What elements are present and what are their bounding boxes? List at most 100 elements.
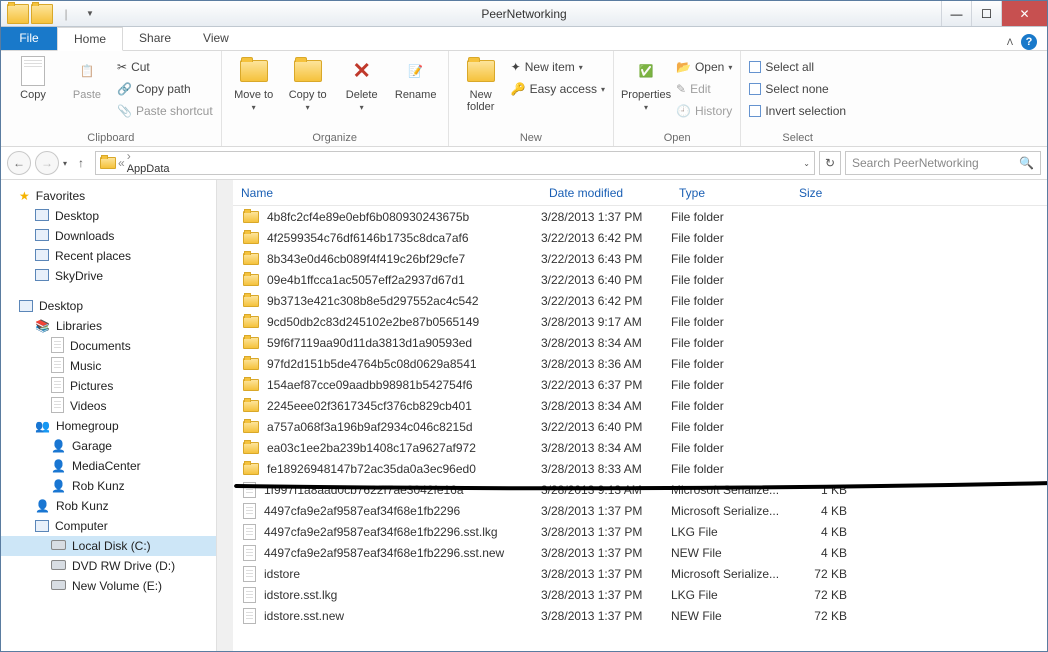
properties-button[interactable]: ✅Properties▾ (622, 55, 670, 112)
rename-button[interactable]: 📝Rename (392, 55, 440, 101)
folder-icon (243, 253, 259, 265)
minimize-button[interactable]: — (941, 1, 971, 26)
home-tab[interactable]: Home (57, 27, 123, 51)
tree-item[interactable]: 👤MediaCenter (1, 456, 232, 476)
address-dropdown-icon[interactable]: ⌄ (803, 159, 810, 168)
history-icon: 🕘 (676, 104, 691, 118)
file-row[interactable]: a757a068f3a196b9af2934c046c8215d3/22/201… (233, 416, 1047, 437)
new-folder-button[interactable]: New folder (457, 55, 505, 113)
file-tab[interactable]: File (1, 26, 57, 50)
new-item-button[interactable]: ✦New item▾ (511, 57, 605, 77)
delete-button[interactable]: ✕Delete▾ (338, 55, 386, 112)
file-row[interactable]: 2245eee02f3617345cf376cb829cb4013/28/201… (233, 395, 1047, 416)
back-button[interactable]: ← (7, 151, 31, 175)
select-none-button[interactable]: Select none (749, 79, 846, 99)
folder-icon (243, 358, 259, 370)
file-row[interactable]: idstore.sst.new3/28/2013 1:37 PMNEW File… (233, 605, 1047, 626)
file-row[interactable]: 59f6f7119aa90d11da3813d1a90593ed3/28/201… (233, 332, 1047, 353)
address-bar[interactable]: « Windows›ServiceProfiles›LocalService›A… (95, 151, 815, 175)
col-name[interactable]: Name (233, 186, 541, 200)
nav-tree[interactable]: ★Favorites DesktopDownloadsRecent places… (1, 180, 233, 651)
recent-locations-button[interactable]: ▾ (63, 159, 67, 168)
column-headers[interactable]: Name Date modified Type Size (233, 180, 1047, 206)
file-row[interactable]: 1f997f1a8aad0cb7622f7ae3042fe16a3/28/201… (233, 479, 1047, 500)
tree-item[interactable]: Videos (1, 396, 232, 416)
up-button[interactable]: ↑ (71, 156, 91, 170)
folder-icon (243, 232, 259, 244)
file-row[interactable]: 8b343e0d46cb089f4f419c26bf29cfe73/22/201… (233, 248, 1047, 269)
copy-button[interactable]: Copy (9, 55, 57, 101)
file-row[interactable]: 4497cfa9e2af9587eaf34f68e1fb2296.sst.lkg… (233, 521, 1047, 542)
search-box[interactable]: Search PeerNetworking 🔍 (845, 151, 1041, 175)
edit-icon: ✎ (676, 82, 686, 96)
tree-robkunz[interactable]: 👤Rob Kunz (1, 496, 232, 516)
nav-root-icon[interactable] (7, 4, 29, 24)
view-tab[interactable]: View (187, 26, 245, 50)
tree-item[interactable]: Recent places (1, 246, 232, 266)
share-tab[interactable]: Share (123, 26, 187, 50)
cut-button[interactable]: ✂Cut (117, 57, 213, 77)
file-row[interactable]: idstore3/28/2013 1:37 PMMicrosoft Serial… (233, 563, 1047, 584)
folder-icon (243, 463, 259, 475)
file-row[interactable]: 4b8fc2cf4e89e0ebf6b080930243675b3/28/201… (233, 206, 1047, 227)
tree-scrollbar[interactable] (216, 180, 233, 651)
file-row[interactable]: idstore.sst.lkg3/28/2013 1:37 PMLKG File… (233, 584, 1047, 605)
tree-item[interactable]: Documents (1, 336, 232, 356)
tree-item[interactable]: Music (1, 356, 232, 376)
tree-computer[interactable]: Computer (1, 516, 232, 536)
tree-item[interactable]: Local Disk (C:) (1, 536, 232, 556)
forward-button[interactable]: → (35, 151, 59, 175)
col-date[interactable]: Date modified (541, 186, 671, 200)
folder-icon (243, 421, 259, 433)
move-to-button[interactable]: Move to▾ (230, 55, 278, 112)
file-row[interactable]: fe18926948147b72ac35da0a3ec96ed03/28/201… (233, 458, 1047, 479)
col-size[interactable]: Size (791, 186, 861, 200)
minimize-ribbon-icon[interactable]: ᐱ (1007, 37, 1013, 48)
edit-button[interactable]: ✎Edit (676, 79, 732, 99)
tree-homegroup[interactable]: 👥Homegroup (1, 416, 232, 436)
tree-item[interactable]: 👤Rob Kunz (1, 476, 232, 496)
tree-item[interactable]: New Volume (E:) (1, 576, 232, 596)
tree-desktop[interactable]: Desktop (1, 296, 232, 316)
tree-favorites[interactable]: ★Favorites (1, 186, 232, 206)
copy-path-button[interactable]: 🔗Copy path (117, 79, 213, 99)
easy-access-button[interactable]: 🔑Easy access▾ (511, 79, 605, 99)
paste-shortcut-button[interactable]: 📎Paste shortcut (117, 101, 213, 121)
refresh-button[interactable]: ↻ (819, 151, 841, 175)
file-row[interactable]: 9b3713e421c308b8e5d297552ac4c5423/22/201… (233, 290, 1047, 311)
group-open-label: Open (622, 130, 732, 146)
tree-item[interactable]: SkyDrive (1, 266, 232, 286)
tree-item[interactable]: DVD RW Drive (D:) (1, 556, 232, 576)
invert-selection-button[interactable]: Invert selection (749, 101, 846, 121)
file-list[interactable]: Name Date modified Type Size 4b8fc2cf4e8… (233, 180, 1047, 651)
qat-folder-icon[interactable] (31, 4, 53, 24)
title-bar: | ▼ PeerNetworking — ☐ ✕ (1, 1, 1047, 27)
maximize-button[interactable]: ☐ (971, 1, 1001, 26)
file-row[interactable]: 154aef87cce09aadbb98981b542754f63/22/201… (233, 374, 1047, 395)
file-row[interactable]: 4497cfa9e2af9587eaf34f68e1fb2296.sst.new… (233, 542, 1047, 563)
col-type[interactable]: Type (671, 186, 791, 200)
copy-to-button[interactable]: Copy to▾ (284, 55, 332, 112)
file-row[interactable]: ea03c1ee2ba239b1408c17a9627af9723/28/201… (233, 437, 1047, 458)
select-all-button[interactable]: Select all (749, 57, 846, 77)
folder-icon (243, 442, 259, 454)
file-row[interactable]: 4f2599354c76df6146b1735c8dca7af63/22/201… (233, 227, 1047, 248)
paste-button[interactable]: 📋Paste (63, 55, 111, 101)
file-row[interactable]: 09e4b1ffcca1ac5057eff2a2937d67d13/22/201… (233, 269, 1047, 290)
file-row[interactable]: 4497cfa9e2af9587eaf34f68e1fb22963/28/201… (233, 500, 1047, 521)
history-button[interactable]: 🕘History (676, 101, 732, 121)
open-button[interactable]: 📂Open▾ (676, 57, 732, 77)
breadcrumb-item[interactable]: AppData (127, 163, 205, 175)
group-select-label: Select (749, 130, 846, 146)
desktop-icon (19, 300, 33, 312)
file-row[interactable]: 9cd50db2c83d245102e2be87b05651493/28/201… (233, 311, 1047, 332)
tree-libraries[interactable]: 📚Libraries (1, 316, 232, 336)
close-button[interactable]: ✕ (1001, 1, 1047, 26)
tree-item[interactable]: Downloads (1, 226, 232, 246)
tree-item[interactable]: 👤Garage (1, 436, 232, 456)
qat-customize-icon[interactable]: ▼ (79, 4, 101, 24)
file-row[interactable]: 97fd2d151b5de4764b5c08d0629a85413/28/201… (233, 353, 1047, 374)
help-icon[interactable]: ? (1021, 34, 1037, 50)
tree-item[interactable]: Pictures (1, 376, 232, 396)
tree-item[interactable]: Desktop (1, 206, 232, 226)
